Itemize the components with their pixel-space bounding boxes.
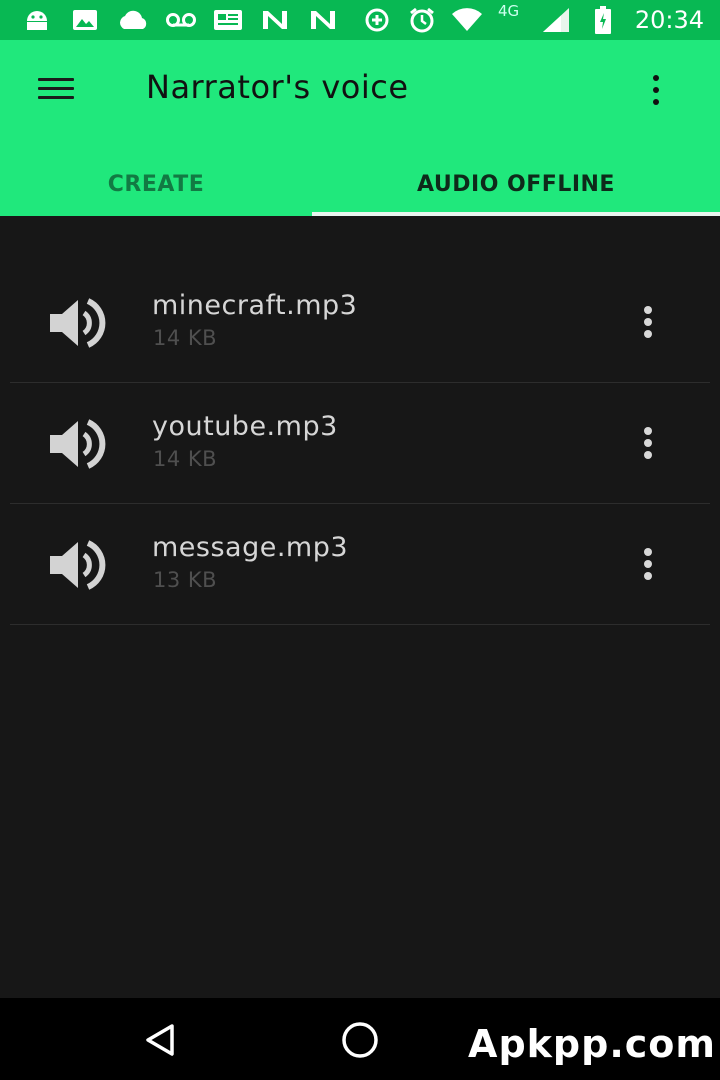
tab-indicator (312, 212, 720, 216)
file-size: 13 KB (153, 568, 218, 592)
tab-create[interactable]: CREATE (0, 152, 312, 216)
n-app-icon (260, 6, 290, 34)
n-app-icon (308, 6, 338, 34)
clock: 20:34 (634, 6, 704, 34)
file-name: minecraft.mp3 (152, 290, 358, 321)
file-size: 14 KB (153, 447, 218, 471)
list-item[interactable]: youtube.mp3 14 KB (0, 383, 720, 504)
more-vert-icon[interactable] (628, 300, 668, 344)
battery-icon (592, 6, 614, 34)
cloud-icon (114, 6, 152, 34)
list-item[interactable]: message.mp3 13 KB (0, 504, 720, 625)
list-item[interactable]: minecraft.mp3 14 KB (0, 262, 720, 383)
back-icon[interactable] (130, 1018, 190, 1062)
file-name: youtube.mp3 (152, 411, 338, 442)
image-icon (70, 6, 100, 34)
signal-icon (540, 6, 572, 34)
tab-audio-offline[interactable]: AUDIO OFFLINE (312, 152, 720, 216)
voicemail-icon (164, 6, 198, 34)
speaker-icon (50, 419, 106, 469)
audio-file-list: minecraft.mp3 14 KB youtube.mp3 14 KB me… (0, 262, 720, 625)
divider (10, 624, 710, 625)
app-title: Narrator's voice (146, 68, 409, 106)
system-nav-bar: Apkpp.com (0, 998, 720, 1080)
watermark: Apkpp.com (468, 1022, 716, 1066)
speaker-icon (50, 540, 106, 590)
wifi-icon (450, 6, 484, 34)
more-vert-icon[interactable] (628, 421, 668, 465)
more-vert-icon[interactable] (628, 542, 668, 586)
app-bar: Narrator's voice CREATE AUDIO OFFLINE (0, 40, 720, 216)
file-size: 14 KB (153, 326, 218, 350)
alarm-icon (406, 6, 438, 34)
data-saver-icon (362, 6, 392, 34)
hamburger-menu-icon[interactable] (30, 66, 82, 110)
home-icon[interactable] (330, 1018, 390, 1062)
news-icon (212, 6, 244, 34)
android-mascot-icon (22, 6, 52, 34)
speaker-icon (50, 298, 106, 348)
network-type-label: 4G (498, 2, 520, 20)
tab-bar: CREATE AUDIO OFFLINE (0, 152, 720, 216)
more-vert-icon[interactable] (634, 68, 678, 112)
file-name: message.mp3 (152, 532, 349, 563)
status-bar: 4G 20:34 (0, 0, 720, 40)
